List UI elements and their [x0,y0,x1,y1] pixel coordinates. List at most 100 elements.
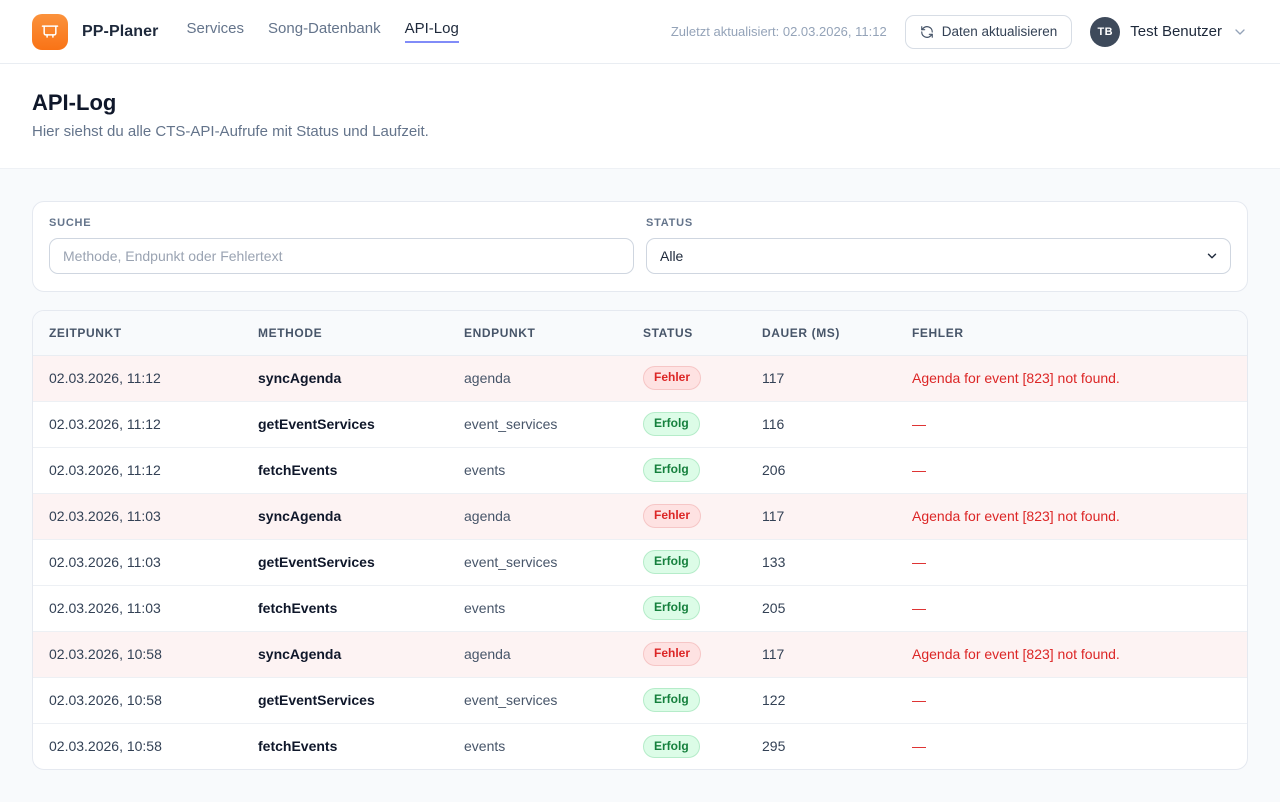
column-header-dauer: DAUER (MS) [746,311,896,355]
status-badge: Erfolg [643,550,700,573]
user-menu[interactable]: TB Test Benutzer [1090,17,1248,47]
nav-item-services[interactable]: Services [187,20,245,43]
filter-card: SUCHE STATUS Alle [32,201,1248,292]
search-input[interactable] [49,238,634,274]
column-header-status: STATUS [627,311,746,355]
status-label: STATUS [646,217,1231,229]
cell-endpunkt: event_services [448,677,627,723]
log-table-body: 02.03.2026, 11:12 syncAgenda agenda Fehl… [33,355,1247,769]
cell-methode: syncAgenda [242,493,448,539]
table-row: 02.03.2026, 11:12 getEventServices event… [33,401,1247,447]
cell-zeitpunkt: 02.03.2026, 10:58 [33,677,242,723]
cell-status: Erfolg [627,539,746,585]
cell-status: Erfolg [627,677,746,723]
refresh-data-button[interactable]: Daten aktualisieren [905,15,1073,49]
cell-status: Fehler [627,631,746,677]
cell-zeitpunkt: 02.03.2026, 10:58 [33,723,242,769]
refresh-icon [920,25,934,39]
cell-dauer: 117 [746,355,896,401]
status-badge: Fehler [643,366,701,389]
cell-fehler: — [896,539,1247,585]
refresh-button-label: Daten aktualisieren [942,24,1058,39]
cell-endpunkt: event_services [448,539,627,585]
api-log-table: ZEITPUNKT METHODE ENDPUNKT STATUS DAUER … [33,311,1247,769]
cell-zeitpunkt: 02.03.2026, 11:12 [33,355,242,401]
cell-methode: getEventServices [242,539,448,585]
cell-status: Erfolg [627,723,746,769]
avatar: TB [1090,17,1120,47]
cell-dauer: 206 [746,447,896,493]
cell-dauer: 295 [746,723,896,769]
cell-fehler: — [896,585,1247,631]
cell-status: Erfolg [627,447,746,493]
api-log-table-card: ZEITPUNKT METHODE ENDPUNKT STATUS DAUER … [32,310,1248,770]
cell-fehler: — [896,723,1247,769]
column-header-endpunkt: ENDPUNKT [448,311,627,355]
status-badge: Fehler [643,504,701,527]
cell-methode: getEventServices [242,677,448,723]
column-header-fehler: FEHLER [896,311,1247,355]
app-logo[interactable] [32,14,68,50]
cell-fehler: Agenda for event [823] not found. [896,355,1247,401]
cell-dauer: 122 [746,677,896,723]
search-label: SUCHE [49,217,634,229]
cell-dauer: 133 [746,539,896,585]
table-row: 02.03.2026, 10:58 syncAgenda agenda Fehl… [33,631,1247,677]
column-header-methode: METHODE [242,311,448,355]
status-field-group: STATUS Alle [646,217,1231,274]
cell-endpunkt: events [448,447,627,493]
cell-methode: syncAgenda [242,355,448,401]
page-header: API-Log Hier siehst du alle CTS-API-Aufr… [0,64,1280,169]
top-navbar: PP-Planer Services Song-Datenbank API-Lo… [0,0,1280,64]
cell-zeitpunkt: 02.03.2026, 11:03 [33,493,242,539]
cell-zeitpunkt: 02.03.2026, 11:12 [33,401,242,447]
cell-fehler: Agenda for event [823] not found. [896,631,1247,677]
cell-fehler: — [896,677,1247,723]
cell-status: Fehler [627,493,746,539]
cell-endpunkt: event_services [448,401,627,447]
user-name: Test Benutzer [1130,23,1222,40]
page-title: API-Log [32,90,1248,116]
status-badge: Erfolg [643,596,700,619]
status-badge: Erfolg [643,412,700,435]
table-row: 02.03.2026, 11:12 syncAgenda agenda Fehl… [33,355,1247,401]
cell-endpunkt: events [448,723,627,769]
cell-zeitpunkt: 02.03.2026, 11:03 [33,539,242,585]
cell-methode: fetchEvents [242,447,448,493]
nav-item-song-datenbank[interactable]: Song-Datenbank [268,20,381,43]
chevron-down-icon [1232,24,1248,40]
presentation-icon [40,22,60,42]
cell-methode: getEventServices [242,401,448,447]
cell-dauer: 116 [746,401,896,447]
brand-name: PP-Planer [82,23,159,41]
last-updated-text: Zuletzt aktualisiert: 02.03.2026, 11:12 [671,24,887,39]
cell-dauer: 117 [746,493,896,539]
cell-zeitpunkt: 02.03.2026, 11:12 [33,447,242,493]
cell-dauer: 205 [746,585,896,631]
cell-endpunkt: agenda [448,355,627,401]
cell-fehler: Agenda for event [823] not found. [896,493,1247,539]
cell-status: Erfolg [627,585,746,631]
table-row: 02.03.2026, 11:03 getEventServices event… [33,539,1247,585]
search-field-group: SUCHE [49,217,634,274]
nav-item-api-log[interactable]: API-Log [405,20,459,43]
cell-dauer: 117 [746,631,896,677]
cell-zeitpunkt: 02.03.2026, 10:58 [33,631,242,677]
status-badge: Fehler [643,642,701,665]
status-badge: Erfolg [643,688,700,711]
cell-methode: fetchEvents [242,585,448,631]
cell-endpunkt: agenda [448,493,627,539]
cell-methode: syncAgenda [242,631,448,677]
main-nav: Services Song-Datenbank API-Log [187,20,459,43]
page-subtitle: Hier siehst du alle CTS-API-Aufrufe mit … [32,123,1248,140]
cell-methode: fetchEvents [242,723,448,769]
table-row: 02.03.2026, 10:58 fetchEvents events Erf… [33,723,1247,769]
cell-fehler: — [896,401,1247,447]
cell-status: Fehler [627,355,746,401]
table-row: 02.03.2026, 10:58 getEventServices event… [33,677,1247,723]
cell-endpunkt: agenda [448,631,627,677]
cell-endpunkt: events [448,585,627,631]
cell-zeitpunkt: 02.03.2026, 11:03 [33,585,242,631]
status-select[interactable]: Alle [646,238,1231,274]
cell-status: Erfolg [627,401,746,447]
